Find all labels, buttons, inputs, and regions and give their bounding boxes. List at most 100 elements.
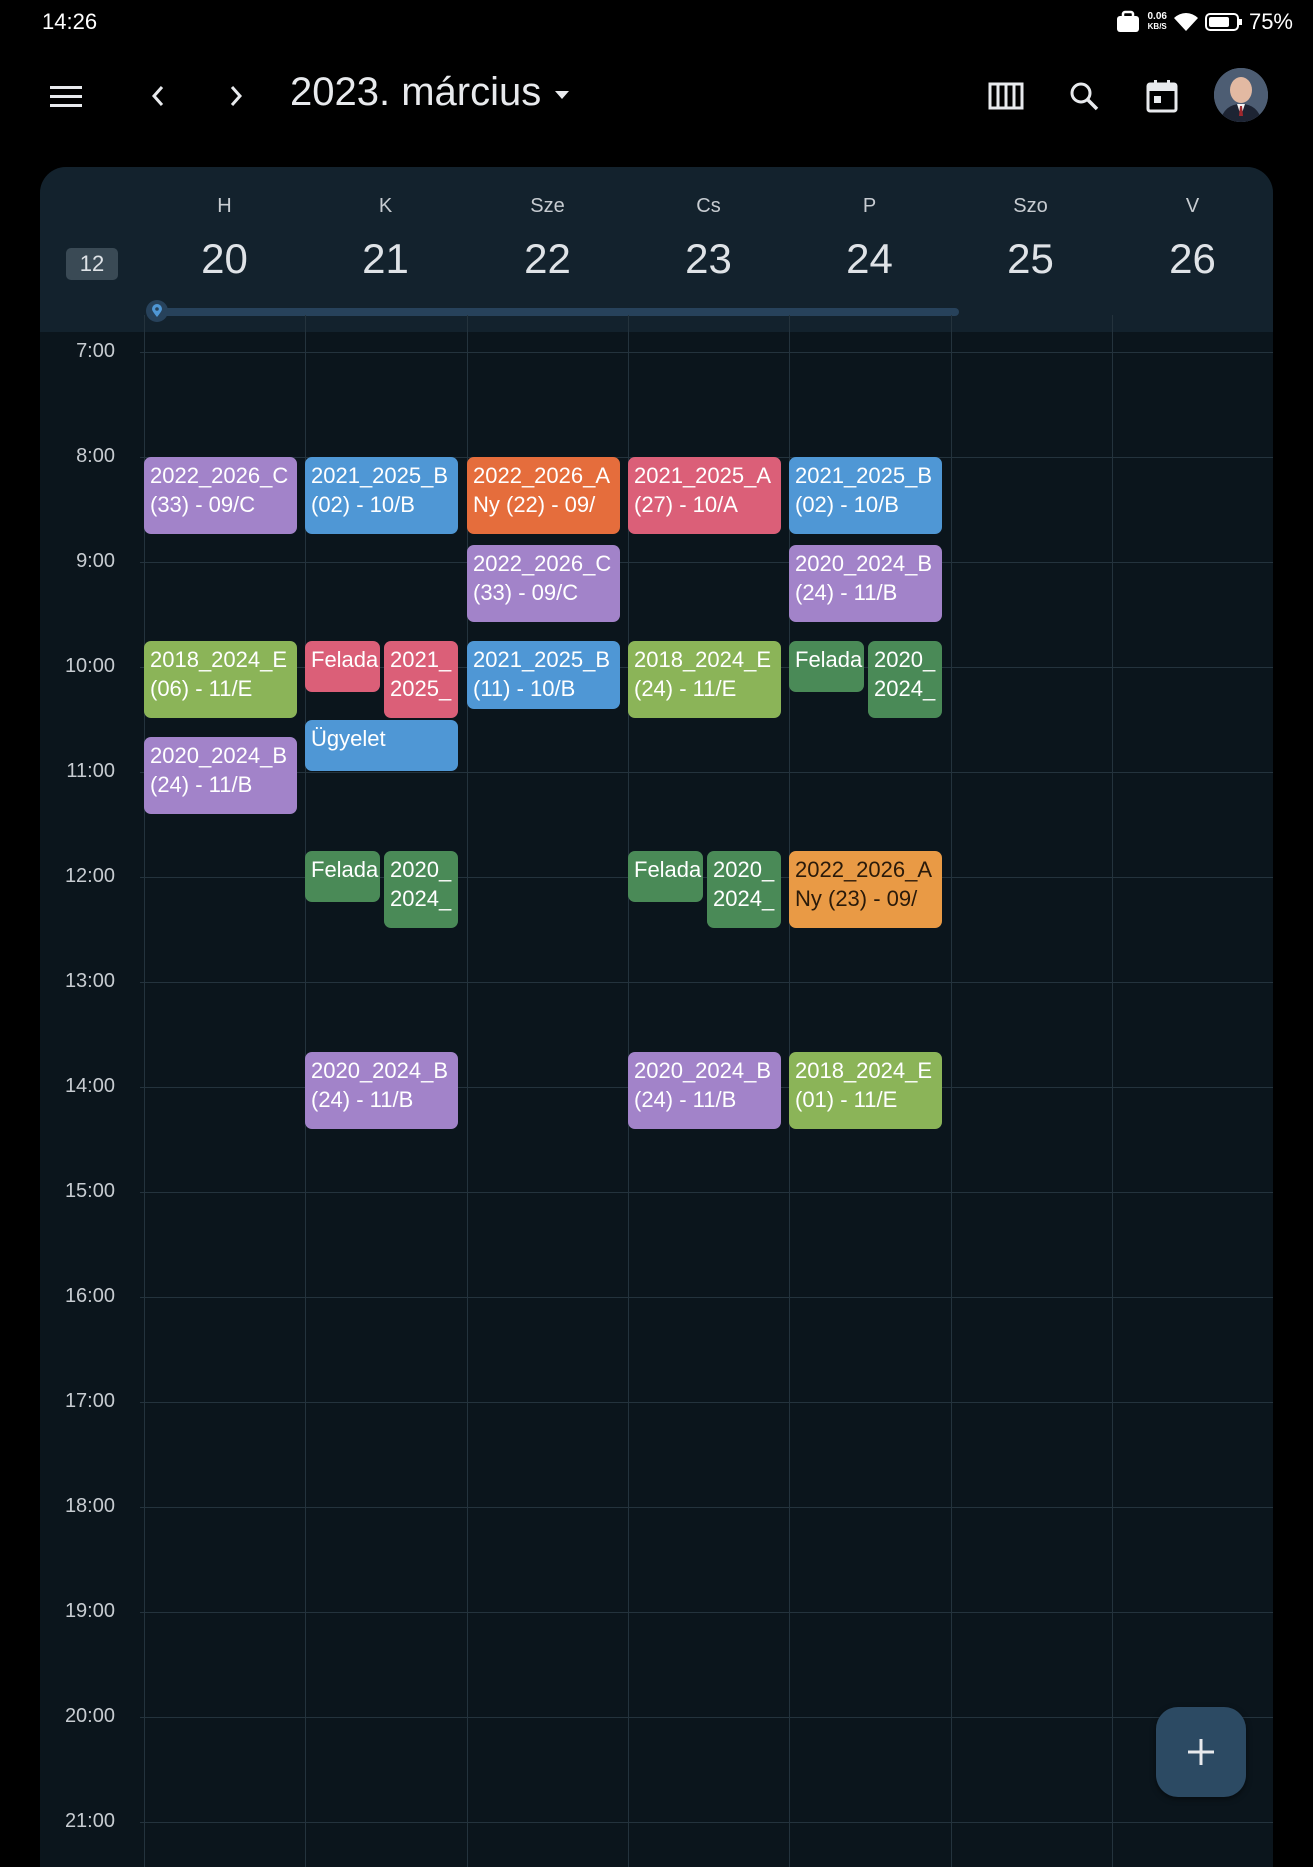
plus-icon xyxy=(1188,1739,1214,1765)
calendar-event[interactable]: Felada xyxy=(305,851,380,902)
hour-label: 11:00 xyxy=(66,760,115,782)
hour-label: 19:00 xyxy=(64,1600,115,1622)
event-title-line: 2025_ xyxy=(390,676,452,701)
event-title-line: 2022_2026_A xyxy=(795,857,933,882)
hour-gridline xyxy=(140,1822,1273,1823)
hour-gridline xyxy=(140,1192,1273,1193)
hour-label: 9:00 xyxy=(76,550,115,572)
event-title-line: (02) - 10/B xyxy=(311,492,415,517)
event-title-line: (33) - 09/C xyxy=(473,580,579,605)
event-title-line: 2021_2025_B xyxy=(795,463,933,488)
event-title-line: 2021_2025_B xyxy=(311,463,449,488)
week-progress-bar xyxy=(157,308,959,316)
calendar-event[interactable]: 2021_2025_B (02) - 10/B xyxy=(305,457,458,534)
day-number-sat[interactable]: 25 xyxy=(950,235,1111,283)
calendar-event[interactable]: 2021_2025_B (02) - 10/B xyxy=(789,457,942,534)
event-title-line: 2018_2024_E xyxy=(795,1058,933,1083)
avatar[interactable] xyxy=(1214,68,1268,122)
calendar-event[interactable]: Felada xyxy=(305,641,380,692)
hour-label: 7:00 xyxy=(76,340,115,362)
day-number-tue[interactable]: 21 xyxy=(305,235,466,283)
event-title-line: 2024_ xyxy=(390,886,452,911)
net-speed: 0.06 KB/S xyxy=(1147,12,1166,32)
calendar-event[interactable]: 2022_2026_C (33) - 09/C xyxy=(144,457,297,534)
battery-percent: 75% xyxy=(1248,9,1293,34)
week-number-badge: 12 xyxy=(66,248,118,280)
event-title-line: 2020_ xyxy=(390,857,452,882)
calendar-event[interactable]: Felada xyxy=(789,641,864,692)
calendar-event[interactable]: 2020_ 2024_ xyxy=(384,851,458,928)
event-title-line: Ügyelet xyxy=(311,726,386,751)
chevron-right-icon xyxy=(230,86,243,106)
view-switch-button[interactable] xyxy=(982,72,1030,120)
month-selector[interactable]: 2023. március xyxy=(290,70,570,115)
previous-week-button[interactable] xyxy=(138,74,178,118)
day-number-wed[interactable]: 22 xyxy=(467,235,628,283)
hour-label: 18:00 xyxy=(64,1495,115,1517)
day-number-thu[interactable]: 23 xyxy=(628,235,789,283)
day-number-mon[interactable]: 20 xyxy=(144,235,305,283)
event-title-line: 2020_2024_B xyxy=(795,551,933,576)
day-number-sun[interactable]: 26 xyxy=(1112,235,1273,283)
hour-label: 16:00 xyxy=(64,1285,115,1307)
wifi-icon xyxy=(1173,13,1198,31)
event-title-line: (11) - 10/B xyxy=(473,676,576,701)
menu-button[interactable] xyxy=(44,74,88,118)
search-icon xyxy=(1070,82,1099,111)
calendar-event[interactable]: 2020_2024_B (24) - 11/B xyxy=(789,545,942,622)
day-column-divider xyxy=(144,315,145,1867)
profile-photo-icon xyxy=(1214,68,1268,122)
calendar-today-icon xyxy=(1146,80,1178,113)
next-week-button[interactable] xyxy=(216,74,256,118)
calendar-event[interactable]: 2020_2024_B (24) - 11/B xyxy=(144,737,297,814)
dropdown-caret-icon xyxy=(555,90,570,99)
event-title-line: 2024_ xyxy=(713,886,775,911)
calendar-event[interactable]: 2020_ 2024_ xyxy=(707,851,781,928)
calendar-event[interactable]: 2021_2025_A (27) - 10/A xyxy=(628,457,781,534)
hour-gridline xyxy=(140,1612,1273,1613)
calendar-event[interactable]: 2018_2024_E (01) - 11/E xyxy=(789,1052,942,1129)
calendar-event[interactable]: 2018_2024_E (06) - 11/E xyxy=(144,641,297,718)
hour-gridline xyxy=(140,562,1273,563)
week-view-icon xyxy=(988,82,1024,110)
day-name-mon: H xyxy=(217,195,232,217)
calendar-event[interactable]: 2021_ 2025_ xyxy=(384,641,458,718)
calendar-event[interactable]: 2020_ 2024_ xyxy=(868,641,942,718)
day-column-divider xyxy=(1112,315,1113,1867)
hour-gridline xyxy=(140,1297,1273,1298)
event-title-line: Felada xyxy=(634,857,702,882)
event-title-line: Felada xyxy=(795,647,863,672)
event-title-line: (24) - 11/B xyxy=(311,1087,414,1112)
calendar-event[interactable]: 2022_2026_A Ny (22) - 09/ xyxy=(467,457,620,534)
status-bar: 14:26 0.06 KB/S 75% xyxy=(0,0,1313,44)
search-button[interactable] xyxy=(1060,72,1108,120)
event-title-line: 2020_2024_B xyxy=(150,743,288,768)
day-number-fri[interactable]: 24 xyxy=(789,235,950,283)
event-title-line: 2018_2024_E xyxy=(150,647,288,672)
hour-label: 14:00 xyxy=(64,1075,115,1097)
today-button[interactable] xyxy=(1138,72,1186,120)
battery-icon xyxy=(1204,13,1242,31)
day-name-sat: Szo xyxy=(1013,195,1048,217)
event-title-line: 2022_2026_C xyxy=(473,551,612,576)
calendar-event[interactable]: 2022_2026_C (33) - 09/C xyxy=(467,545,620,622)
event-title-line: 2020_2024_B xyxy=(634,1058,772,1083)
calendar-event[interactable]: 2021_2025_B (11) - 10/B xyxy=(467,641,620,709)
net-speed-unit: KB/S xyxy=(1147,22,1167,31)
calendar-event[interactable]: Ügyelet xyxy=(305,720,458,771)
event-title-line: 2020_2024_B xyxy=(311,1058,449,1083)
event-title-line: 2020_ xyxy=(874,647,936,672)
event-title-line: Felada xyxy=(311,647,379,672)
event-title-line: 2021_ xyxy=(390,647,452,672)
calendar-event[interactable]: 2020_2024_B (24) - 11/B xyxy=(305,1052,458,1129)
event-title-line: (33) - 09/C xyxy=(150,492,256,517)
create-event-button[interactable] xyxy=(1156,1707,1246,1797)
calendar-event[interactable]: 2018_2024_E (24) - 11/E xyxy=(628,641,781,718)
calendar-event[interactable]: 2020_2024_B (24) - 11/B xyxy=(628,1052,781,1129)
calendar-event[interactable]: Felada xyxy=(628,851,703,902)
location-pin-icon xyxy=(146,300,168,322)
hour-label: 13:00 xyxy=(64,970,115,992)
net-speed-value: 0.06 xyxy=(1147,11,1167,22)
event-title-line: (24) - 11/B xyxy=(795,580,898,605)
calendar-event[interactable]: 2022_2026_A Ny (23) - 09/ xyxy=(789,851,942,928)
